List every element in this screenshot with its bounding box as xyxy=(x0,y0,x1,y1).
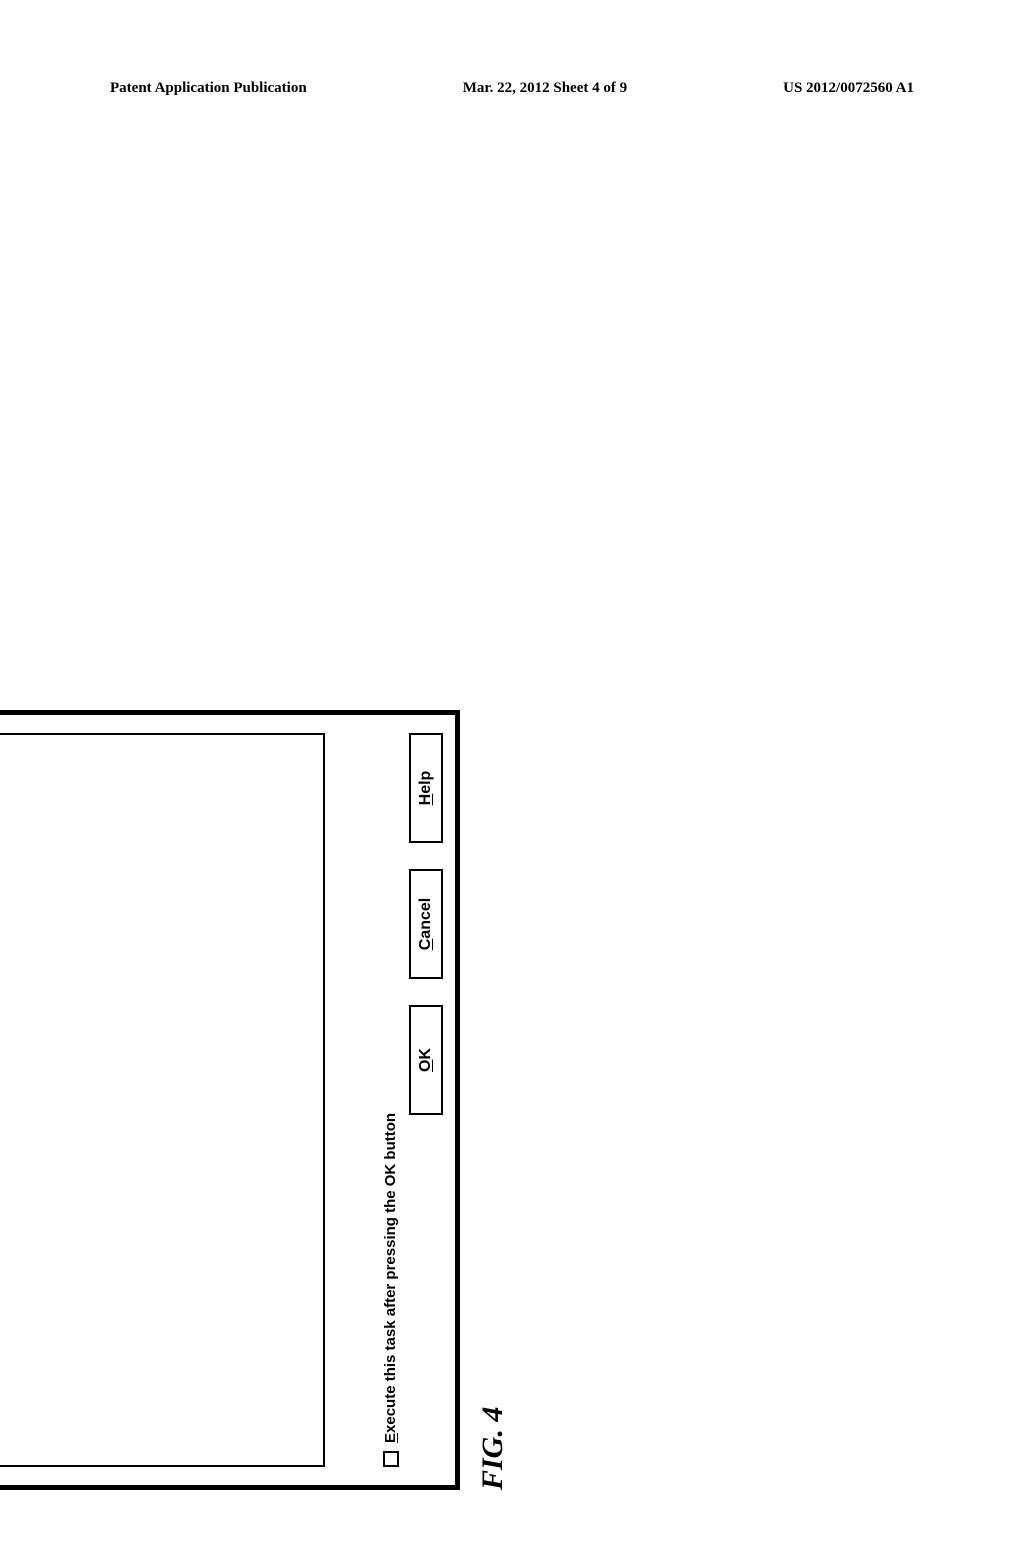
dialog-footer: Execute this task after pressing the OK … xyxy=(370,733,443,1467)
figure-label: FIG. 4 xyxy=(476,1407,510,1490)
execute-checkbox[interactable] xyxy=(383,1451,399,1467)
help-button[interactable]: Help xyxy=(409,733,443,843)
tab-pane-user-parameters: SystemName CONFIG 6579A4U-78VHCAD windso… xyxy=(0,733,325,1467)
figure-stage: 400➚ System/Task Configuration: Customiz… xyxy=(50,180,970,1100)
cancel-button[interactable]: Cancel xyxy=(409,869,443,979)
dialog-window: System/Task Configuration: Customize Lin… xyxy=(0,710,460,1490)
page-header: Patent Application Publication Mar. 22, … xyxy=(110,80,914,97)
dialog-body: Import settings... General User Paramete… xyxy=(0,715,455,1485)
button-row: OK Cancel Help xyxy=(409,733,443,1467)
header-right: US 2012/0072560 A1 xyxy=(783,80,914,97)
header-center: Mar. 22, 2012 Sheet 4 of 9 xyxy=(463,80,627,97)
execute-label: Execute this task after pressing the OK … xyxy=(382,1113,399,1443)
execute-row: Execute this task after pressing the OK … xyxy=(382,733,399,1467)
ok-button[interactable]: OK xyxy=(409,1005,443,1115)
header-left: Patent Application Publication xyxy=(110,80,307,97)
